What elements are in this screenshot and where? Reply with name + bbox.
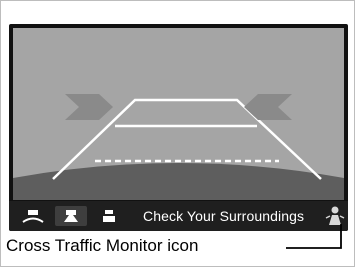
wide-view-icon[interactable] xyxy=(17,206,49,226)
top-down-view-icon[interactable] xyxy=(93,206,125,226)
rearview-screen: Check Your Surroundings xyxy=(9,24,348,231)
status-bar: Check Your Surroundings xyxy=(9,201,348,231)
status-message: Check Your Surroundings xyxy=(143,208,305,224)
caption-label: Cross Traffic Monitor icon xyxy=(6,236,199,255)
normal-view-icon[interactable] xyxy=(55,206,87,226)
camera-view xyxy=(13,28,344,200)
cross-traffic-monitor-icon xyxy=(325,205,345,227)
